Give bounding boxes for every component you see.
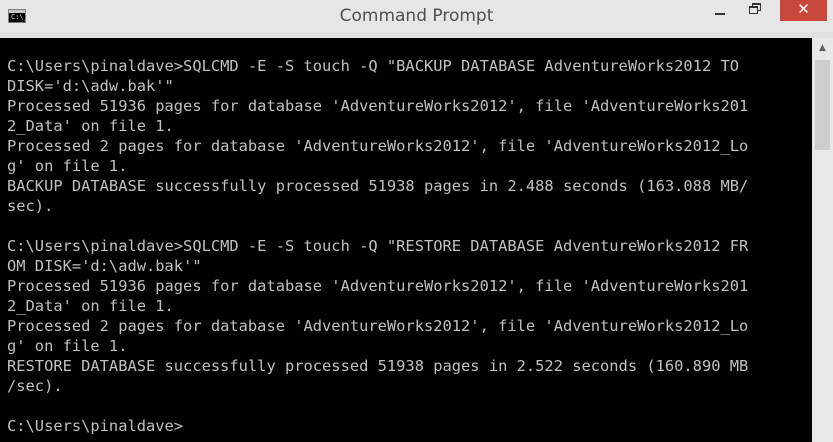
- restore-icon: [749, 6, 758, 14]
- minimize-button[interactable]: [702, 0, 737, 21]
- console-line: g' on file 1.: [7, 337, 128, 355]
- close-icon: ✕: [797, 0, 810, 18]
- scrollbar-thumb[interactable]: [815, 60, 830, 150]
- console-line: C:\Users\pinaldave>SQLCMD -E -S touch -Q…: [7, 57, 740, 75]
- console-line: /sec).: [7, 377, 63, 395]
- console-line: OM DISK='d:\adw.bak'": [7, 257, 202, 275]
- console-output-area[interactable]: C:\Users\pinaldave>SQLCMD -E -S touch -Q…: [0, 38, 812, 442]
- console-line: Processed 2 pages for database 'Adventur…: [7, 317, 749, 335]
- console-line: C:\Users\pinaldave>SQLCMD -E -S touch -Q…: [7, 237, 749, 255]
- console-line: Processed 51936 pages for database 'Adve…: [7, 97, 749, 115]
- vertical-scrollbar[interactable]: ▲: [812, 38, 833, 442]
- cmd-icon[interactable]: C:\_: [8, 9, 28, 23]
- cmd-icon-prompt: C:\_: [11, 13, 28, 21]
- console-prompt-line: C:\Users\pinaldave>: [7, 417, 184, 435]
- console-line: sec).: [7, 197, 54, 215]
- command-prompt-window: C:\_ Command Prompt ✕ C:\Users\pinaldave…: [0, 0, 833, 442]
- console-line: Processed 2 pages for database 'Adventur…: [7, 137, 749, 155]
- console-line: RESTORE DATABASE successfully processed …: [7, 357, 749, 375]
- console-line: Processed 51936 pages for database 'Adve…: [7, 277, 749, 295]
- minimize-icon: [715, 13, 725, 15]
- console-line: DISK='d:\adw.bak'": [7, 77, 174, 95]
- console-line: BACKUP DATABASE successfully processed 5…: [7, 177, 749, 195]
- console-text: C:\Users\pinaldave>SQLCMD -E -S touch -Q…: [7, 56, 748, 436]
- maximize-button[interactable]: [737, 0, 772, 21]
- console-line: 2_Data' on file 1.: [7, 297, 174, 315]
- scroll-up-arrow-icon[interactable]: ▲: [812, 38, 833, 59]
- close-button[interactable]: ✕: [780, 0, 827, 21]
- title-bar[interactable]: C:\_ Command Prompt ✕: [0, 0, 833, 32]
- console-line: 2_Data' on file 1.: [7, 117, 174, 135]
- console-line: g' on file 1.: [7, 157, 128, 175]
